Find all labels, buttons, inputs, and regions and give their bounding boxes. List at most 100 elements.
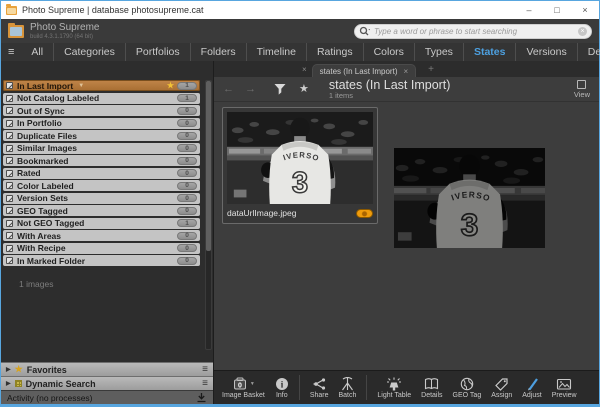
preview-button[interactable]: Preview [547,371,582,404]
image-basket-button[interactable]: 0 ▼ Image Basket [217,371,270,404]
light-table-icon [386,377,402,391]
details-button[interactable]: Details [416,371,447,404]
app-header: Photo Supreme build 4.3.1.1790 (64 bit) … [1,19,599,43]
sidebar-item-label: Rated [17,168,41,178]
tag-icon [494,377,509,391]
sidebar-item-label: GEO Tagged [17,206,68,216]
share-icon [312,377,327,391]
tab-folders[interactable]: Folders [190,43,246,61]
sidebar-item-in-portfolio[interactable]: In Portfolio 0 [3,118,200,129]
hamburger-menu-icon[interactable]: ≡ [1,46,21,58]
sidebar-item-similar-images[interactable]: Similar Images 0 [3,143,200,154]
tab-details[interactable]: Details [577,43,600,61]
app-window: Photo Supreme | database photosupreme.ca… [0,0,600,407]
thumbnail-image[interactable] [227,112,373,204]
basket-caret-icon[interactable]: ▼ [250,381,255,387]
label-icon [6,82,13,89]
assign-button[interactable]: Assign [486,371,517,404]
thumbnail-filename: dataUrlImage.jpeg [227,208,296,218]
tabstrip-close-icon[interactable]: × [302,65,307,74]
sidebar-item-label: In Marked Folder [17,256,85,266]
sidebar-item-bookmarked[interactable]: Bookmarked 0 [3,155,200,166]
sidebar-item-rated[interactable]: Rated 0 [3,168,200,179]
panel-menu-icon[interactable]: ≡ [202,364,208,375]
adjust-button[interactable]: Adjust [517,371,546,404]
expand-triangle-icon: ▶ [6,366,11,373]
sidebar-item-not-geo-tagged[interactable]: Not GEO Tagged 1 [3,218,200,229]
view-button[interactable]: View [574,80,590,99]
minimize-button[interactable]: – [515,1,543,19]
tab-types[interactable]: Types [414,43,463,61]
sidebar-item-geo-tagged[interactable]: GEO Tagged 0 [3,205,200,216]
tab-ratings[interactable]: Ratings [306,43,363,61]
sidebar-item-color-labeled[interactable]: Color Labeled 0 [3,180,200,191]
tab-colors[interactable]: Colors [363,43,414,61]
thumbnail-card[interactable]: dataUrlImage.jpeg [222,107,378,224]
tab-close-icon[interactable]: × [403,67,408,76]
count-badge: 0 [177,157,197,165]
sidebar-item-label: Color Labeled [17,181,74,191]
sidebar-item-not-catalog-labeled[interactable]: Not Catalog Labeled 1 [3,93,200,104]
label-icon [6,257,13,264]
sidebar-scrollbar[interactable] [205,80,212,350]
activity-label: Activity (no processes) [7,393,93,403]
label-icon [6,107,13,114]
light-table-button[interactable]: Light Table [372,371,416,404]
sidebar-item-with-recipe[interactable]: With Recipe 0 [3,243,200,254]
button-label: Adjust [522,392,541,399]
button-label: Assign [491,392,512,399]
sidebar-item-in-marked-folder[interactable]: In Marked Folder 0 [3,255,200,266]
tab-timeline[interactable]: Timeline [246,43,306,61]
sidebar-item-label: Out of Sync [17,106,65,116]
activity-bar[interactable]: Activity (no processes) [1,390,213,404]
label-icon [6,157,13,164]
filter-funnel-icon[interactable] [273,83,287,96]
app-name: Photo Supreme [30,23,100,33]
panel-menu-icon[interactable]: ≡ [202,378,208,389]
back-arrow-icon[interactable]: ← [223,84,234,95]
info-button[interactable]: i Info [270,371,294,404]
scrollbar-thumb[interactable] [206,81,211,251]
batch-icon [340,377,355,391]
activity-download-icon [196,392,207,403]
maximize-button[interactable]: □ [543,1,571,19]
count-badge: 0 [177,257,197,265]
app-logo-icon [8,25,24,38]
bookmark-star-icon[interactable]: ★ [299,84,309,95]
main-area: × states (In Last Import) × + ← → ★ stat… [214,61,599,404]
toolbar-divider [299,375,300,400]
favorites-panel-header[interactable]: ▶ ★ Favorites ≡ [1,362,213,376]
sidebar-item-duplicate-files[interactable]: Duplicate Files 0 [3,130,200,141]
collection-tab[interactable]: states (In Last Import) × [312,64,416,77]
sidebar-item-version-sets[interactable]: Version Sets 0 [3,193,200,204]
geo-tag-button[interactable]: GEO Tag [448,371,487,404]
batch-button[interactable]: Batch [334,371,362,404]
sidebar-item-in-last-import[interactable]: In Last Import ▼ ★ 1 [3,80,200,91]
favorites-star-icon: ★ [15,365,23,374]
button-label: Share [310,392,329,399]
search-input[interactable] [371,27,578,36]
tab-versions[interactable]: Versions [515,43,576,61]
new-tab-icon[interactable]: + [428,64,434,75]
sidebar-item-label: Duplicate Files [17,131,77,141]
titlebar: Photo Supreme | database photosupreme.ca… [1,1,599,19]
tab-states[interactable]: States [463,43,516,61]
button-label: Batch [339,392,357,399]
search-box[interactable]: × [354,24,592,39]
dynamic-search-panel-header[interactable]: ▶ Dynamic Search ≡ [1,376,213,390]
forward-arrow-icon[interactable]: → [245,84,256,95]
close-button[interactable]: × [571,1,599,19]
sidebar-item-out-of-sync[interactable]: Out of Sync 0 [3,105,200,116]
tab-all[interactable]: All [21,43,53,61]
preview-image [394,148,545,248]
tab-portfolios[interactable]: Portfolios [125,43,190,61]
share-button[interactable]: Share [305,371,334,404]
label-icon [6,95,13,102]
app-build: build 4.3.1.1790 (64 bit) [30,34,100,40]
search-clear-icon[interactable]: × [578,27,587,36]
tab-categories[interactable]: Categories [53,43,125,61]
sidebar-item-label: Not GEO Tagged [17,218,84,228]
collection-tab-label: states (In Last Import) [320,67,398,76]
window-title: Photo Supreme | database photosupreme.ca… [22,5,203,15]
sidebar-item-with-areas[interactable]: With Areas 0 [3,230,200,241]
